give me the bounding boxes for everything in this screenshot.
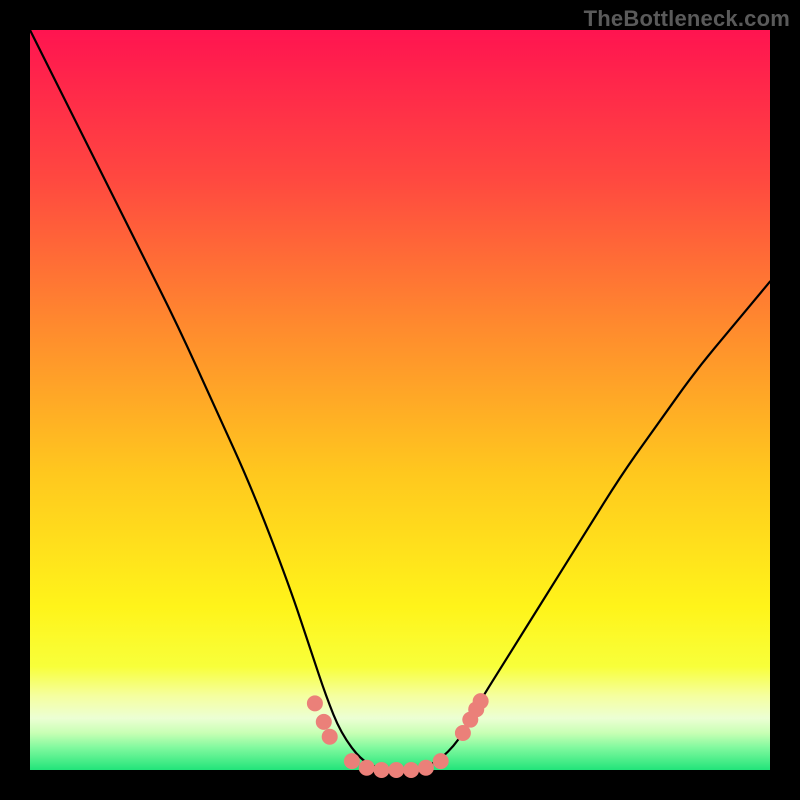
- watermark-text: TheBottleneck.com: [584, 6, 790, 32]
- bottleneck-chart: [0, 0, 800, 800]
- marker-dot: [359, 760, 375, 776]
- marker-dot: [418, 760, 434, 776]
- marker-dot: [403, 762, 419, 778]
- marker-dot: [388, 762, 404, 778]
- marker-dot: [307, 695, 323, 711]
- marker-dot: [433, 753, 449, 769]
- marker-dot: [473, 693, 489, 709]
- marker-dot: [322, 729, 338, 745]
- marker-dot: [344, 753, 360, 769]
- marker-dot: [374, 762, 390, 778]
- chart-stage: TheBottleneck.com: [0, 0, 800, 800]
- marker-dot: [316, 714, 332, 730]
- plot-background: [30, 30, 770, 770]
